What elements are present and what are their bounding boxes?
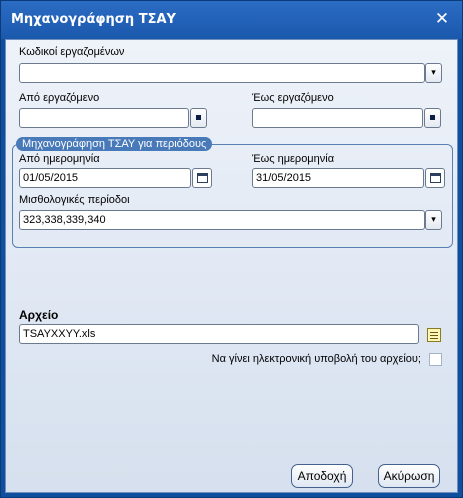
from-employee-field[interactable] (19, 108, 189, 128)
from-employee-lookup-button[interactable] (190, 108, 207, 128)
calendar-icon (197, 173, 208, 183)
title-bar[interactable]: Μηχανογράφηση ΤΣΑΥ ✕ (1, 1, 462, 39)
period-group-caption: Μηχανογράφηση ΤΣΑΥ για περιόδους (16, 137, 213, 151)
dialog-body: Κωδικοί εργαζομένων ▾ Από εργαζόμενο Έως… (5, 39, 458, 493)
electronic-submission-checkbox[interactable] (429, 353, 442, 366)
payroll-periods-dropdown-button[interactable]: ▾ (425, 210, 442, 230)
employee-codes-field[interactable] (19, 63, 425, 83)
to-date-field[interactable]: 31/05/2015 (252, 168, 424, 188)
file-label: Αρχείο (19, 308, 59, 322)
lookup-icon (430, 115, 435, 120)
from-date-calendar-button[interactable] (192, 168, 212, 188)
employee-codes-label: Κωδικοί εργαζομένων (19, 46, 125, 58)
browse-file-icon[interactable] (427, 328, 441, 342)
chevron-down-icon: ▾ (431, 68, 436, 78)
payroll-periods-label: Μισθολογικές περίοδοι (19, 194, 130, 206)
chevron-down-icon: ▾ (431, 215, 436, 225)
cancel-button[interactable]: Ακύρωση (378, 464, 440, 488)
from-employee-label: Από εργαζόμενο (19, 92, 100, 104)
to-employee-label: Έως εργαζόμενο (252, 92, 334, 104)
dialog-window: Μηχανογράφηση ΤΣΑΥ ✕ Κωδικοί εργαζομένων… (0, 0, 463, 498)
to-date-label: Έως ημερομηνία (252, 153, 335, 165)
electronic-submission-label: Να γίνει ηλεκτρονική υποβολή του αρχείου… (211, 353, 421, 365)
to-employee-field[interactable] (252, 108, 423, 128)
from-date-field[interactable]: 01/05/2015 (19, 168, 191, 188)
employee-codes-dropdown-button[interactable]: ▾ (425, 63, 442, 83)
to-employee-lookup-button[interactable] (424, 108, 441, 128)
accept-button[interactable]: Αποδοχή (291, 464, 353, 488)
window-title: Μηχανογράφηση ΤΣΑΥ (11, 12, 176, 27)
file-field[interactable]: TSAYXXYY.xls (19, 324, 419, 344)
close-button[interactable]: ✕ (432, 9, 452, 29)
to-date-calendar-button[interactable] (425, 168, 445, 188)
from-date-label: Από ημερομηνία (19, 153, 100, 165)
payroll-periods-field[interactable]: 323,338,339,340 (19, 210, 425, 230)
lookup-icon (196, 115, 201, 120)
calendar-icon (430, 173, 441, 183)
